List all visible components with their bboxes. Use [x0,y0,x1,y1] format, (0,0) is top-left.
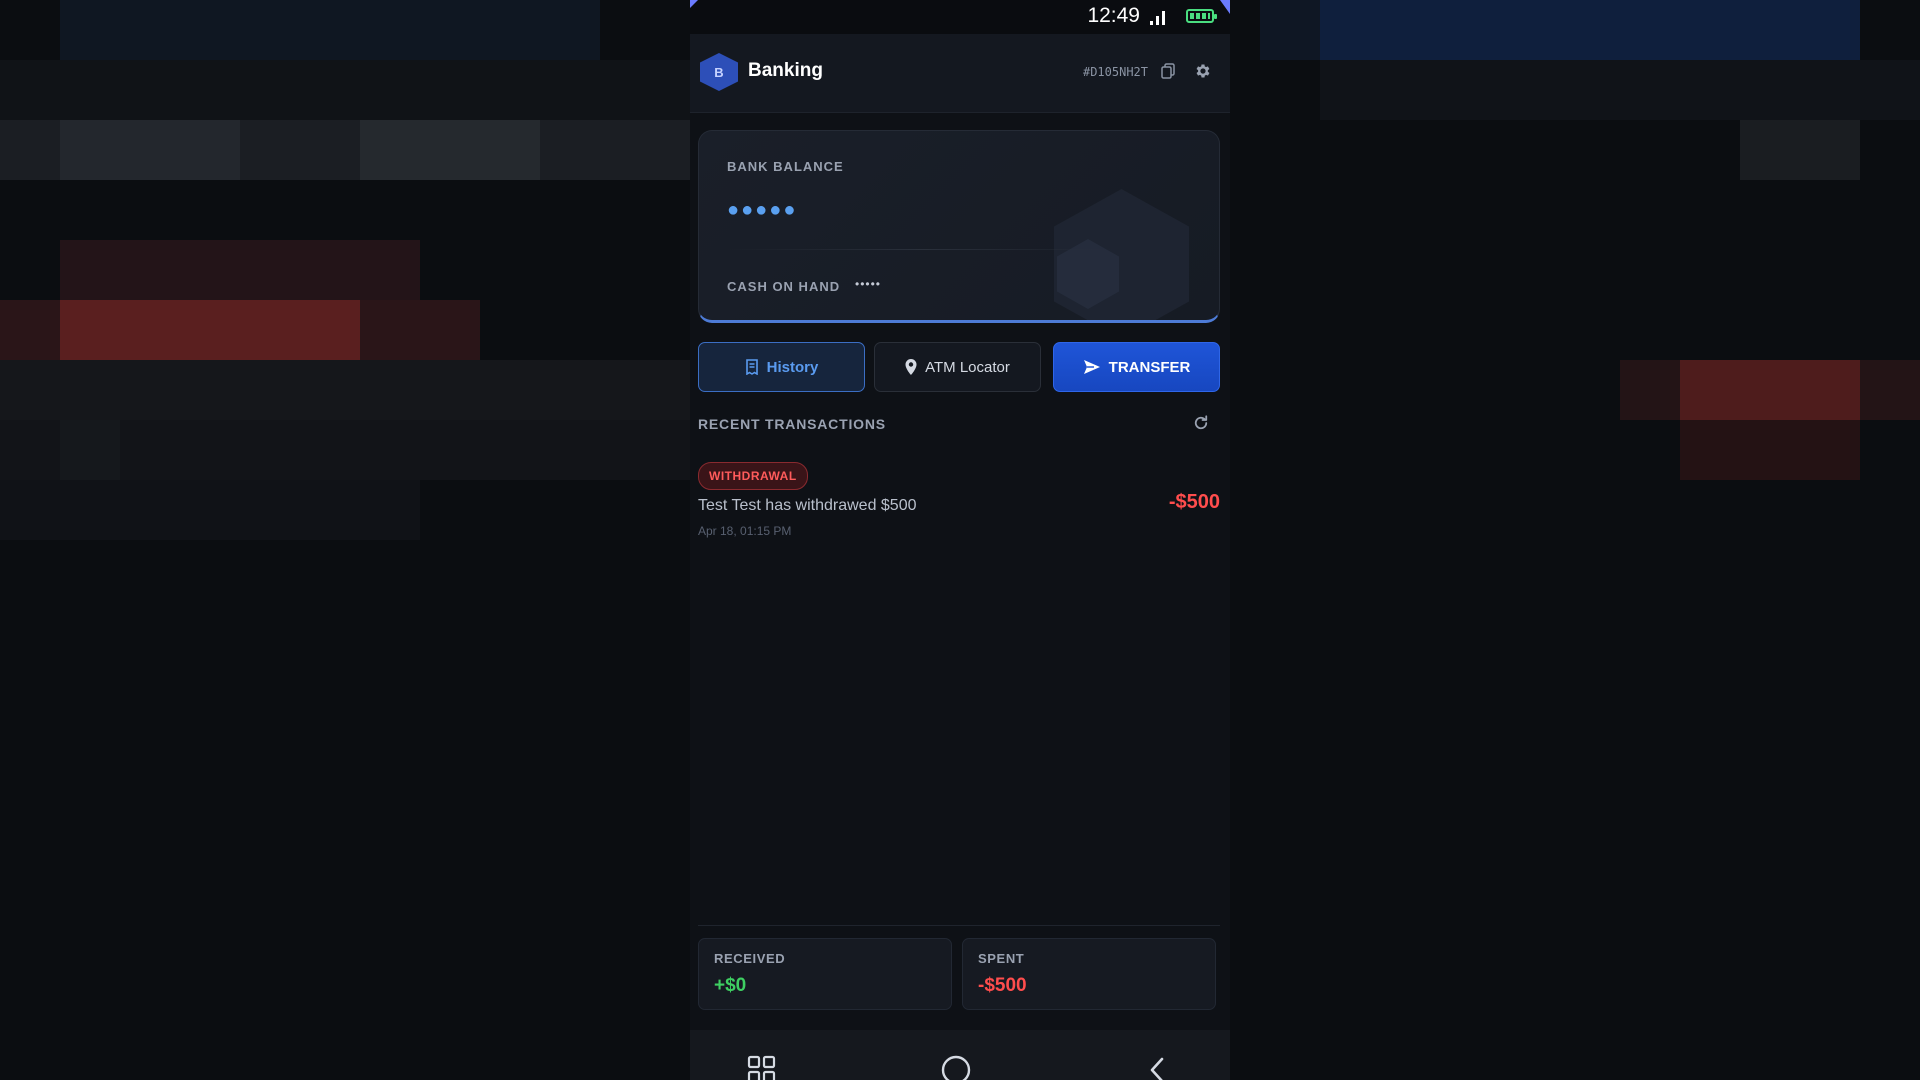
tab-history-label: History [766,358,819,376]
copy-icon[interactable] [1161,63,1175,79]
battery-icon [1186,9,1217,23]
send-icon [1083,360,1100,374]
balance-card: BANK BALANCE ●●●●● CASH ON HAND ••••• [698,130,1220,323]
tab-history[interactable]: History [698,342,865,392]
map-pin-icon [905,359,917,375]
action-tabs: History ATM Locator TRANSFER [698,342,1220,392]
cash-on-hand-label: CASH ON HAND [727,279,841,294]
gear-icon[interactable] [1194,62,1212,80]
transaction-date: Apr 18, 01:15 PM [698,524,792,538]
app-title: Banking [748,60,823,81]
transaction-description: Test Test has withdrawed $500 [698,497,917,514]
signal-icon [1148,9,1168,25]
transaction-amount: -$500 [1168,491,1220,513]
spent-summary: SPENT -$500 [962,938,1216,1010]
back-icon[interactable] [1142,1054,1174,1080]
bank-logo: B [700,53,738,91]
status-bar: 12:49 [690,0,1230,34]
logo-letter: B [714,64,724,80]
transaction-item[interactable]: WITHDRAWAL Test Test has withdrawed $500… [698,462,1220,542]
cash-on-hand-value[interactable]: ••••• [855,277,881,291]
home-icon[interactable] [940,1054,972,1080]
bank-balance-value[interactable]: ●●●●● [727,199,797,222]
corner-accent [1220,0,1230,14]
phone-screen: 12:49 B Banking #D105NH2T BANK BALANCE ●… [690,0,1230,1080]
spent-label: SPENT [978,951,1025,966]
recent-apps-icon[interactable] [746,1054,778,1080]
received-summary: RECEIVED +$0 [698,938,952,1010]
recent-transactions-title: RECENT TRANSACTIONS [698,416,886,432]
transfer-label: TRANSFER [1108,358,1191,376]
system-nav-bar [690,1030,1230,1080]
status-clock: 12:49 [1087,4,1140,27]
transaction-type-badge: WITHDRAWAL [698,462,808,490]
stats-divider [698,925,1220,926]
corner-accent [690,0,698,8]
app-header: B Banking #D105NH2T [690,34,1230,113]
tab-atm-locator[interactable]: ATM Locator [874,342,1041,392]
received-label: RECEIVED [714,951,786,966]
transfer-button[interactable]: TRANSFER [1053,342,1220,392]
received-value: +$0 [714,975,747,996]
bank-balance-label: BANK BALANCE [727,159,844,174]
receipt-icon [745,359,758,375]
refresh-icon[interactable] [1192,414,1210,432]
account-id: #D105NH2T [1082,65,1148,79]
tab-atm-locator-label: ATM Locator [925,358,1010,376]
spent-value: -$500 [978,975,1027,996]
card-divider [727,249,1119,250]
